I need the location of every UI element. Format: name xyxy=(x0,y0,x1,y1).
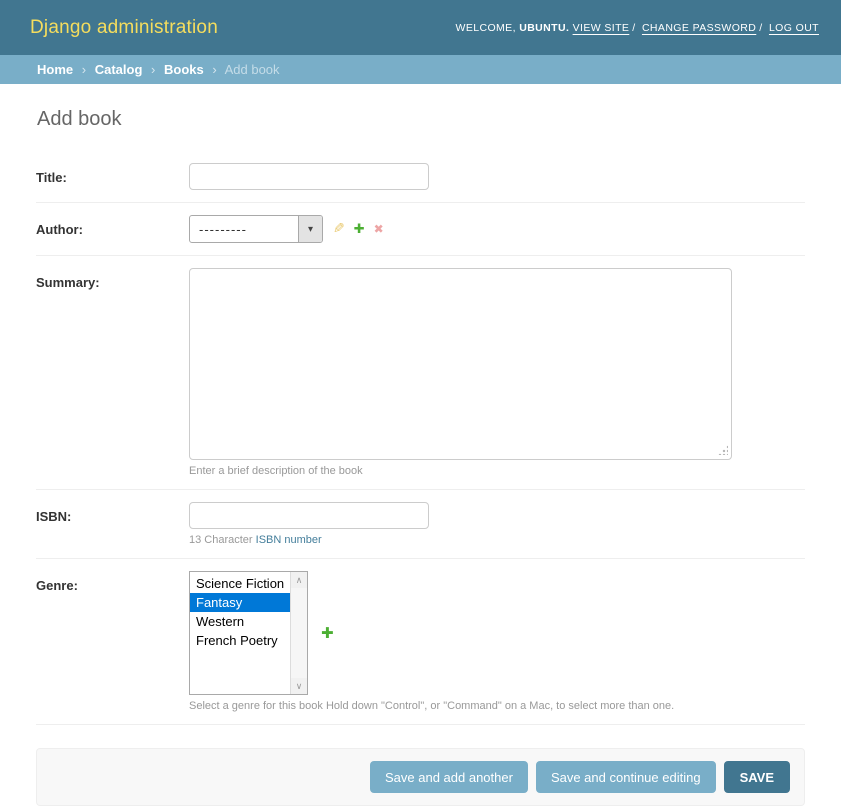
username: UBUNTU. xyxy=(519,22,569,34)
link-separator: / xyxy=(632,22,635,34)
save-and-continue-button[interactable]: Save and continue editing xyxy=(536,761,716,793)
title-input[interactable] xyxy=(189,163,429,190)
breadcrumb: Home › Catalog › Books › Add book xyxy=(0,55,841,84)
author-select[interactable]: --------- ▾ xyxy=(189,215,323,243)
title-label: Title: xyxy=(36,163,189,185)
isbn-label: ISBN: xyxy=(36,502,189,524)
form-row-author: Author: --------- ▾ ✎ ✚ ✖ xyxy=(36,203,805,256)
breadcrumb-current: Add book xyxy=(225,62,280,77)
delete-author-icon[interactable]: ✖ xyxy=(374,222,384,236)
user-tools: WELCOME, UBUNTU. VIEW SITE/ CHANGE PASSW… xyxy=(456,22,819,34)
edit-author-icon[interactable]: ✎ xyxy=(333,221,345,237)
isbn-input[interactable] xyxy=(189,502,429,529)
summary-help: Enter a brief description of the book xyxy=(189,465,805,477)
breadcrumb-separator: › xyxy=(212,62,216,77)
author-label: Author: xyxy=(36,215,189,237)
genre-help: Select a genre for this book Hold down "… xyxy=(189,700,805,712)
change-password-link[interactable]: CHANGE PASSWORD xyxy=(642,22,756,34)
chevron-down-icon[interactable]: ▾ xyxy=(298,216,322,242)
genre-option-science-fiction[interactable]: Science Fiction xyxy=(190,574,290,593)
genre-option-french-poetry[interactable]: French Poetry xyxy=(190,631,290,650)
welcome-text: WELCOME, xyxy=(456,22,516,34)
site-branding[interactable]: Django administration xyxy=(30,17,218,39)
form-row-isbn: ISBN: 13 Character ISBN number xyxy=(36,490,805,559)
log-out-link[interactable]: LOG OUT xyxy=(769,22,819,34)
add-genre-icon[interactable]: ✚ xyxy=(321,624,334,642)
genre-label: Genre: xyxy=(36,571,189,593)
author-selected-value: --------- xyxy=(190,216,298,242)
add-author-icon[interactable]: ✚ xyxy=(354,222,365,237)
isbn-help: 13 Character ISBN number xyxy=(189,534,805,546)
save-button[interactable]: SAVE xyxy=(724,761,790,793)
isbn-number-link[interactable]: ISBN number xyxy=(256,534,322,546)
genre-multiselect[interactable]: Science Fiction Fantasy Western French P… xyxy=(189,571,308,695)
summary-textarea[interactable] xyxy=(189,268,732,460)
form-row-summary: Summary: Enter a brief description of th… xyxy=(36,256,805,490)
main-content: Add book Title: Author: --------- ▾ ✎ ✚ … xyxy=(0,108,841,806)
submit-row: Save and add another Save and continue e… xyxy=(36,748,805,806)
form-row-genre: Genre: Science Fiction Fantasy Western F… xyxy=(36,559,805,725)
genre-option-western[interactable]: Western xyxy=(190,612,290,631)
link-separator: / xyxy=(759,22,762,34)
page-title: Add book xyxy=(37,108,805,131)
save-and-add-button[interactable]: Save and add another xyxy=(370,761,528,793)
view-site-link[interactable]: VIEW SITE xyxy=(573,22,630,34)
summary-label: Summary: xyxy=(36,268,189,290)
form-row-title: Title: xyxy=(36,151,805,203)
breadcrumb-home[interactable]: Home xyxy=(37,62,73,77)
genre-option-fantasy[interactable]: Fantasy xyxy=(190,593,290,612)
breadcrumb-books[interactable]: Books xyxy=(164,62,204,77)
breadcrumb-separator: › xyxy=(151,62,155,77)
isbn-help-text: 13 Character xyxy=(189,534,256,546)
breadcrumb-separator: › xyxy=(82,62,86,77)
scroll-down-icon[interactable]: ∨ xyxy=(291,678,307,694)
admin-header: Django administration WELCOME, UBUNTU. V… xyxy=(0,0,841,55)
breadcrumb-catalog[interactable]: Catalog xyxy=(95,62,143,77)
scroll-up-icon[interactable]: ∧ xyxy=(291,572,307,588)
scrollbar[interactable]: ∧ ∨ xyxy=(290,572,307,694)
